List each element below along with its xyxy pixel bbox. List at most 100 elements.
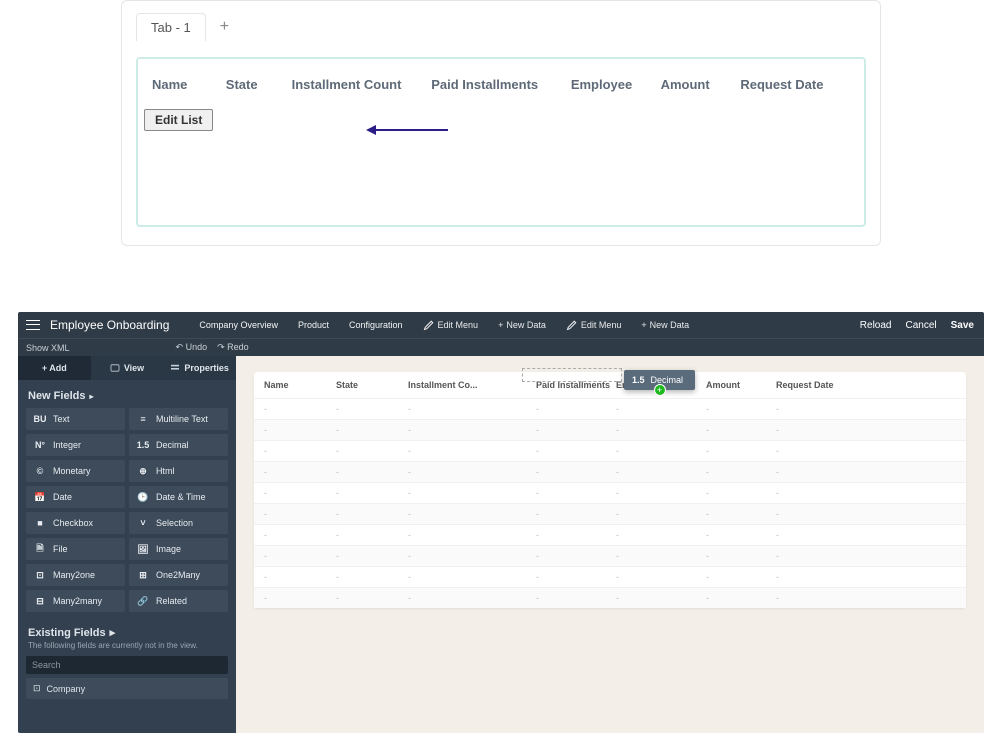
image-icon: 🖼 — [136, 543, 150, 555]
add-badge-icon: + — [654, 384, 666, 396]
field-label: Selection — [156, 518, 193, 528]
redo-button[interactable]: ↷ Redo — [217, 342, 249, 353]
field-selection[interactable]: ˅ Selection — [129, 512, 228, 534]
edit-list-button[interactable]: Edit List — [144, 109, 213, 131]
menu-edit-menu-2[interactable]: Edit Menu — [566, 319, 622, 331]
sidebar-tab-properties[interactable]: Properties — [163, 356, 236, 380]
cell: - — [408, 593, 536, 603]
cell: - — [776, 446, 866, 456]
menu-icon[interactable] — [26, 320, 40, 330]
reload-button[interactable]: Reload — [860, 320, 892, 331]
cell: - — [706, 467, 776, 477]
drag-field-label: Decimal — [651, 375, 684, 385]
table-row[interactable]: ------- — [254, 482, 966, 503]
field-text[interactable]: BUText — [26, 408, 125, 430]
table-row[interactable]: ------- — [254, 545, 966, 566]
field-file[interactable]: 🗎File — [26, 538, 125, 560]
sidebar-tab-view[interactable]: View — [91, 356, 164, 380]
table-row[interactable]: ------- — [254, 524, 966, 545]
cell: - — [264, 509, 336, 519]
sidebar-tab-add[interactable]: + Add — [18, 356, 91, 380]
save-button[interactable]: Save — [951, 320, 974, 331]
field-integer[interactable]: N°Integer — [26, 434, 125, 456]
multiline-text-icon: ≡ — [136, 413, 150, 425]
cell: - — [408, 446, 536, 456]
sidebar: + Add View Properties New Fields▸ BUText… — [18, 356, 236, 733]
new-fields-grid: BUText≡Multiline TextN°Integer1.5Decimal… — [18, 408, 236, 612]
tab-add[interactable]: + — [220, 18, 229, 36]
cell: - — [264, 572, 336, 582]
cell: - — [706, 551, 776, 561]
field-label: Image — [156, 544, 181, 554]
cell: - — [264, 425, 336, 435]
cell: - — [706, 425, 776, 435]
table-row[interactable]: ------- — [254, 461, 966, 482]
cell: - — [706, 572, 776, 582]
drag-field-pill[interactable]: 1.5 Decimal + — [624, 370, 695, 390]
field-decimal[interactable]: 1.5Decimal — [129, 434, 228, 456]
existing-fields-header[interactable]: Existing Fields▸ — [18, 612, 236, 641]
field-many2many[interactable]: ⊟Many2many — [26, 590, 125, 612]
cell: - — [616, 572, 706, 582]
table-row[interactable]: ------- — [254, 419, 966, 440]
cell: - — [706, 488, 776, 498]
field-html[interactable]: ⊕Html — [129, 460, 228, 482]
cell: - — [536, 551, 616, 561]
menu-configuration[interactable]: Configuration — [349, 320, 403, 330]
show-xml-link[interactable]: Show XML — [26, 343, 70, 353]
field-related[interactable]: 🔗Related — [129, 590, 228, 612]
decimal-icon: 1.5 — [136, 439, 150, 451]
col-request-date: Request Date — [740, 77, 850, 92]
field-one2many[interactable]: ⊞One2Many — [129, 564, 228, 586]
field-date-time[interactable]: 🕒Date & Time — [129, 486, 228, 508]
cell: - — [264, 488, 336, 498]
menu-edit-menu[interactable]: Edit Menu — [423, 319, 479, 331]
field-label: One2Many — [156, 570, 200, 580]
field-image[interactable]: 🖼 Image — [129, 538, 228, 560]
many2many-icon: ⊟ — [33, 595, 47, 607]
cell: - — [408, 425, 536, 435]
cell: - — [536, 404, 616, 414]
tab-bar: Tab - 1 + — [122, 7, 880, 41]
menu-new-data-2[interactable]: + New Data — [641, 320, 689, 330]
col-request-date: Request Date — [776, 380, 866, 390]
checkbox-icon: ■ — [33, 517, 47, 529]
existing-field-company[interactable]: ⊡Company — [26, 678, 228, 699]
table-row[interactable]: ------- — [254, 440, 966, 461]
menu-product[interactable]: Product — [298, 320, 329, 330]
breadcrumb[interactable]: Employee Onboarding — [50, 318, 169, 332]
view-icon — [110, 364, 120, 372]
pencil-icon — [423, 319, 435, 331]
field-multiline-text[interactable]: ≡Multiline Text — [129, 408, 228, 430]
selection-icon: ˅ — [136, 517, 150, 529]
main-menu: Company Overview Product Configuration E… — [199, 319, 689, 331]
table-row[interactable]: ------- — [254, 587, 966, 608]
field-label: Date & Time — [156, 492, 206, 502]
cell: - — [616, 530, 706, 540]
table-row[interactable]: ------- — [254, 503, 966, 524]
menu-company-overview[interactable]: Company Overview — [199, 320, 278, 330]
related-icon: 🔗 — [136, 595, 150, 607]
cell: - — [264, 530, 336, 540]
new-fields-header[interactable]: New Fields▸ — [18, 380, 236, 408]
field-date[interactable]: 📅Date — [26, 486, 125, 508]
field-monetary[interactable]: ©Monetary — [26, 460, 125, 482]
plus-icon: + — [641, 320, 646, 330]
field-checkbox[interactable]: ■Checkbox — [26, 512, 125, 534]
cancel-button[interactable]: Cancel — [906, 320, 937, 331]
date-icon: 📅 — [33, 491, 47, 503]
data-table: Name State Installment Co... Paid Instal… — [254, 372, 966, 608]
cell: - — [536, 593, 616, 603]
table-row[interactable]: ------- — [254, 566, 966, 587]
tab-1[interactable]: Tab - 1 — [136, 13, 206, 41]
existing-fields-search[interactable]: Search — [26, 656, 228, 674]
decimal-icon: 1.5 — [632, 375, 645, 385]
field-many2one[interactable]: ⊡Many2one — [26, 564, 125, 586]
cell: - — [536, 446, 616, 456]
field-label: Html — [156, 466, 175, 476]
table-row[interactable]: ------- — [254, 398, 966, 419]
menu-new-data-1[interactable]: + New Data — [498, 320, 546, 330]
file-icon: 🗎 — [33, 543, 47, 555]
undo-button[interactable]: ↶ Undo — [176, 342, 208, 353]
sidebar-tabs: + Add View Properties — [18, 356, 236, 380]
